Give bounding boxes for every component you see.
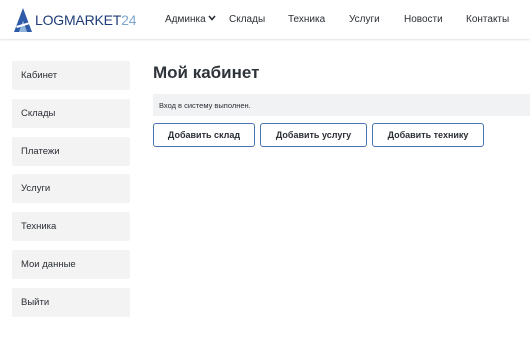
nav-item-news[interactable]: Новости <box>404 13 443 27</box>
add-service-button[interactable]: Добавить услугу <box>260 123 367 147</box>
main-nav: Админка Склады Техника Услуги Новости Ко… <box>0 13 530 27</box>
nav-item-admin[interactable]: Админка <box>165 13 216 27</box>
sidebar-item-warehouses[interactable]: Склады <box>12 99 130 128</box>
sidebar-item-services[interactable]: Услуги <box>12 174 130 203</box>
nav-item-equipment[interactable]: Техника <box>288 13 325 27</box>
nav-item-admin-label: Админка <box>165 14 206 25</box>
nav-item-warehouses[interactable]: Склады <box>229 13 265 27</box>
sidebar-item-payments[interactable]: Платежи <box>12 137 130 166</box>
page-title: Мой кабинет <box>153 63 260 82</box>
site-header: LOGMARKET24 Админка Склады Техника Услуг… <box>0 0 530 39</box>
add-equipment-button[interactable]: Добавить технику <box>372 123 484 147</box>
sidebar-item-my-data[interactable]: Мои данные <box>12 250 130 279</box>
chevron-down-icon <box>208 15 216 22</box>
sidebar-item-cabinet[interactable]: Кабинет <box>12 61 130 90</box>
sidebar-item-logout[interactable]: Выйти <box>12 288 130 317</box>
alert-text: Вход в систему выполнен. <box>159 100 251 110</box>
login-success-alert: Вход в систему выполнен. <box>153 94 530 116</box>
sidebar-item-equipment[interactable]: Техника <box>12 212 130 241</box>
nav-item-contacts[interactable]: Контакты <box>466 13 509 27</box>
add-warehouse-button[interactable]: Добавить склад <box>153 123 255 147</box>
nav-item-services[interactable]: Услуги <box>349 13 380 27</box>
